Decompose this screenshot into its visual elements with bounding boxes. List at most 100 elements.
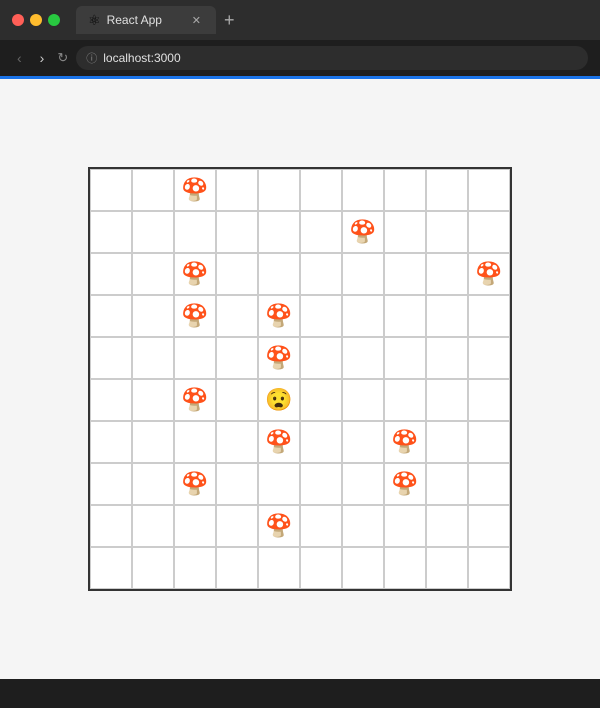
grid-cell[interactable] [300,253,342,295]
grid-cell[interactable] [300,379,342,421]
grid-cell[interactable] [216,295,258,337]
grid-cell[interactable] [384,505,426,547]
grid-cell[interactable]: 🍄 [174,463,216,505]
active-tab[interactable]: ⚛ React App ✕ [76,6,216,34]
grid-cell[interactable]: 🍄 [258,421,300,463]
grid-cell[interactable] [426,421,468,463]
grid-cell[interactable]: 🍄 [384,463,426,505]
grid-cell[interactable] [216,379,258,421]
grid-cell[interactable] [426,211,468,253]
grid-cell[interactable] [90,337,132,379]
grid-cell[interactable] [468,211,510,253]
grid-cell[interactable] [426,169,468,211]
grid-cell[interactable] [90,463,132,505]
grid-cell[interactable] [468,295,510,337]
grid-cell[interactable]: 😧 [258,379,300,421]
tab-close-button[interactable]: ✕ [189,13,204,28]
grid-cell[interactable] [384,337,426,379]
grid-cell[interactable] [216,337,258,379]
grid-cell[interactable] [90,295,132,337]
grid-cell[interactable]: 🍄 [258,295,300,337]
grid-cell[interactable] [426,379,468,421]
grid-cell[interactable] [216,421,258,463]
grid-cell[interactable] [342,295,384,337]
grid-cell[interactable] [342,463,384,505]
grid-cell[interactable] [426,547,468,589]
grid-cell[interactable] [468,505,510,547]
forward-button[interactable]: › [35,47,50,69]
grid-cell[interactable] [426,463,468,505]
back-button[interactable]: ‹ [12,47,27,69]
url-bar[interactable]: ⓘ localhost:3000 [76,46,588,70]
grid-cell[interactable]: 🍄 [174,379,216,421]
grid-cell[interactable] [300,169,342,211]
close-button[interactable] [12,14,24,26]
new-tab-button[interactable]: + [224,10,235,31]
grid-cell[interactable]: 🍄 [468,253,510,295]
grid-cell[interactable]: 🍄 [174,169,216,211]
grid-cell[interactable] [90,211,132,253]
grid-cell[interactable] [468,421,510,463]
grid-cell[interactable] [174,211,216,253]
grid-cell[interactable] [300,463,342,505]
grid-cell[interactable] [90,169,132,211]
grid-cell[interactable]: 🍄 [174,295,216,337]
grid-cell[interactable] [132,547,174,589]
grid-cell[interactable] [132,211,174,253]
grid-cell[interactable] [174,505,216,547]
grid-cell[interactable] [468,463,510,505]
grid-cell[interactable] [342,169,384,211]
grid-cell[interactable]: 🍄 [174,253,216,295]
grid-cell[interactable] [468,547,510,589]
grid-cell[interactable] [90,253,132,295]
grid-cell[interactable] [216,253,258,295]
grid-cell[interactable] [174,421,216,463]
grid-cell[interactable] [258,253,300,295]
grid-cell[interactable] [90,547,132,589]
grid-cell[interactable]: 🍄 [384,421,426,463]
grid-cell[interactable] [300,505,342,547]
grid-cell[interactable] [342,505,384,547]
grid-cell[interactable] [426,253,468,295]
grid-cell[interactable] [258,547,300,589]
grid-cell[interactable] [132,169,174,211]
refresh-button[interactable]: ↻ [57,50,68,66]
grid-cell[interactable] [216,463,258,505]
grid-cell[interactable] [216,505,258,547]
grid-cell[interactable] [258,463,300,505]
grid-cell[interactable] [300,295,342,337]
grid-cell[interactable] [300,211,342,253]
grid-cell[interactable] [300,421,342,463]
grid-cell[interactable] [216,211,258,253]
grid-cell[interactable] [384,295,426,337]
grid-cell[interactable] [342,421,384,463]
grid-cell[interactable] [132,505,174,547]
grid-cell[interactable] [132,421,174,463]
grid-cell[interactable] [384,211,426,253]
grid-cell[interactable] [468,379,510,421]
grid-cell[interactable] [132,253,174,295]
grid-cell[interactable] [90,505,132,547]
grid-cell[interactable] [90,379,132,421]
grid-cell[interactable] [258,169,300,211]
grid-cell[interactable] [384,253,426,295]
grid-cell[interactable] [342,337,384,379]
grid-cell[interactable] [342,253,384,295]
grid-cell[interactable] [384,169,426,211]
grid-cell[interactable] [132,463,174,505]
grid-cell[interactable] [174,337,216,379]
grid-cell[interactable] [216,547,258,589]
grid-cell[interactable]: 🍄 [258,505,300,547]
grid-cell[interactable] [174,547,216,589]
grid-cell[interactable]: 🍄 [342,211,384,253]
grid-cell[interactable] [132,337,174,379]
grid-cell[interactable] [426,295,468,337]
grid-cell[interactable] [258,211,300,253]
grid-cell[interactable] [384,379,426,421]
grid-cell[interactable] [300,547,342,589]
minimize-button[interactable] [30,14,42,26]
grid-cell[interactable] [426,337,468,379]
grid-cell[interactable] [468,169,510,211]
grid-cell[interactable] [216,169,258,211]
grid-cell[interactable] [468,337,510,379]
